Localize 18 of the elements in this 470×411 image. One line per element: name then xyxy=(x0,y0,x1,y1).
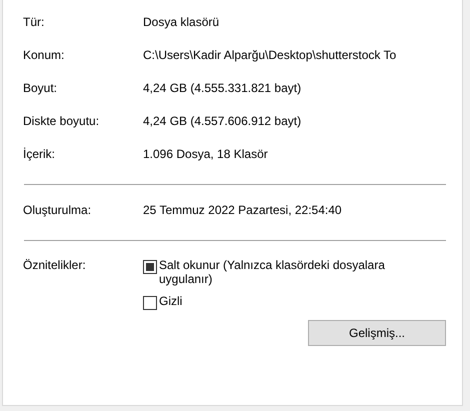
property-label: Tür: xyxy=(23,15,46,29)
checkbox[interactable] xyxy=(143,296,157,310)
property-value: 25 Temmuz 2022 Pazartesi, 22:54:40 xyxy=(143,203,342,217)
property-label: Konum: xyxy=(23,48,66,62)
property-label: Diskte boyutu: xyxy=(23,114,100,128)
advanced-button[interactable]: Gelişmiş... xyxy=(308,320,446,346)
property-label: Boyut: xyxy=(23,81,58,95)
property-value: C:\Users\Kadir Alparğu\Desktop\shutterstock To xyxy=(143,48,396,62)
checkbox-label[interactable]: Gizli xyxy=(159,294,182,308)
property-value: Dosya klasörü xyxy=(143,15,220,29)
checkbox-label[interactable]: Salt okunur (Yalnızca klasördeki dosyalara uygulanır) xyxy=(159,258,433,286)
property-value: 4,24 GB (4.557.606.912 bayt) xyxy=(143,114,302,128)
property-label: Oluşturulma: xyxy=(23,203,92,217)
checkbox[interactable] xyxy=(143,260,157,274)
attributes-label: Öznitelikler: xyxy=(23,258,87,274)
property-value: 4,24 GB (4.555.331.821 bayt) xyxy=(143,81,302,95)
property-value: 1.096 Dosya, 18 Klasör xyxy=(143,147,268,161)
property-label: İçerik: xyxy=(23,147,56,161)
